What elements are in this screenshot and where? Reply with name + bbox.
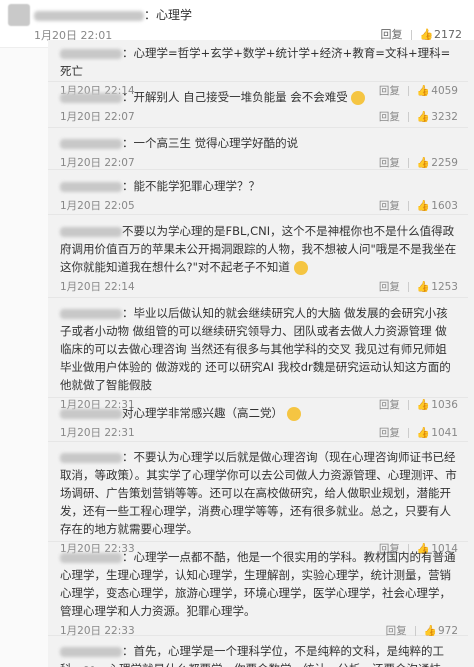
username-blurred[interactable] <box>60 646 122 657</box>
comment-actions: 回复 👍 1041 <box>379 425 458 440</box>
list-item: ：一个高三生 觉得心理学好酷的说 1月20日 22:07 回复 👍 2259 <box>48 130 468 170</box>
like-count: 1041 <box>431 427 458 439</box>
list-item: ：毕业以后做认知的就会继续研究人的大脑 做发展的会研究小孩子或者小动物 做组管的… <box>48 300 468 411</box>
reply-button[interactable]: 回复 <box>379 200 400 212</box>
divider <box>407 428 409 438</box>
list-item: ：心理学=哲学+玄学+数学+统计学+经济+教育=文科+理科=死亡 1月20日 2… <box>48 40 468 97</box>
divider <box>410 30 412 40</box>
reply-text: ：毕业以后做认知的就会继续研究人的大脑 做发展的会研究小孩子或者小动物 做组管的… <box>60 306 451 392</box>
reply-text: ：开解别人 自己接受一堆负能量 会不会难受 <box>122 90 348 104</box>
emoji-icon <box>286 406 301 421</box>
username-blurred[interactable] <box>60 308 122 319</box>
divider <box>407 201 409 211</box>
divider <box>407 282 409 292</box>
timestamp: 1月20日 22:31 <box>60 427 135 439</box>
username-blurred[interactable] <box>60 552 122 563</box>
emoji-icon <box>351 90 366 105</box>
reply-button[interactable]: 回复 <box>386 625 407 637</box>
list-item: ：首先，心理学是一个理科学位，不是纯粹的文科，是纯粹的工科，so，心理学就是什么… <box>48 638 468 667</box>
comment-actions: 回复 👍 3232 <box>379 109 458 124</box>
timestamp: 1月20日 22:33 <box>60 625 135 637</box>
timestamp: 1月20日 22:14 <box>60 281 135 293</box>
list-item: ：能不能学犯罪心理学？？ 1月20日 22:05 回复 👍 1603 <box>48 173 468 215</box>
list-item: ：心理学一点都不酷，他是一个很实用的学科。教材国内的有普通心理学，生理心理学，认… <box>48 544 468 638</box>
like-count: 3232 <box>431 111 458 123</box>
like-count: 972 <box>437 625 458 637</box>
reply-text: 对心理学非常感兴趣（高二党） <box>122 406 283 420</box>
timestamp: 1月20日 22:07 <box>60 111 135 123</box>
reply-text: ：一个高三生 觉得心理学好酷的说 <box>122 136 299 150</box>
username-blurred[interactable] <box>60 408 122 419</box>
divider <box>414 626 416 636</box>
username-blurred[interactable] <box>60 138 122 149</box>
comment-actions: 回复 👍 1253 <box>379 279 458 294</box>
list-item: ：不要认为心理学以后就是做心理咨询（现在心理咨询师证书已经取消，等政策）。其实学… <box>48 444 468 555</box>
reply-button[interactable]: 回复 <box>379 157 400 169</box>
thumbs-up-icon[interactable]: 👍 <box>424 624 437 637</box>
thumbs-up-icon[interactable]: 👍 <box>417 280 430 293</box>
thumbs-up-icon[interactable]: 👍 <box>417 199 430 212</box>
thumbs-up-icon[interactable]: 👍 <box>417 426 430 439</box>
avatar[interactable] <box>8 4 30 26</box>
emoji-icon <box>293 260 308 275</box>
comment-actions: 回复 👍 972 <box>386 623 458 638</box>
reply-list: ：心理学=哲学+玄学+数学+统计学+经济+教育=文科+理科=死亡 1月20日 2… <box>48 40 474 667</box>
like-count: 1603 <box>431 200 458 212</box>
reply-text: ：不要认为心理学以后就是做心理咨询（现在心理咨询师证书已经取消，等政策）。其实学… <box>60 450 457 536</box>
reply-button[interactable]: 回复 <box>379 427 400 439</box>
list-item: 对心理学非常感兴趣（高二党） 1月20日 22:31 回复 👍 1041 <box>48 400 468 442</box>
comment-actions: 回复 👍 2259 <box>379 155 458 170</box>
thumbs-up-icon[interactable]: 👍 <box>417 110 430 123</box>
username-blurred[interactable] <box>34 10 144 21</box>
username-blurred[interactable] <box>60 181 122 192</box>
like-count: 2259 <box>431 157 458 169</box>
list-item: ：开解别人 自己接受一堆负能量 会不会难受 1月20日 22:07 回复 👍 323… <box>48 84 468 128</box>
comment-actions: 回复 👍 1603 <box>379 198 458 213</box>
list-item: 不要以为学心理的是FBL,CNI，这个不是神棍你也不是什么值得政府调用价值百万的… <box>48 218 468 298</box>
username-blurred[interactable] <box>60 48 122 59</box>
username-blurred[interactable] <box>60 452 122 463</box>
reply-button[interactable]: 回复 <box>379 281 400 293</box>
timestamp: 1月20日 22:07 <box>60 157 135 169</box>
divider <box>407 158 409 168</box>
reply-text: ：能不能学犯罪心理学？？ <box>122 179 260 193</box>
comment-text: ：心理学 <box>144 8 193 22</box>
timestamp: 1月20日 22:05 <box>60 200 135 212</box>
username-blurred[interactable] <box>60 226 122 237</box>
like-count: 1253 <box>431 281 458 293</box>
thumbs-up-icon[interactable]: 👍 <box>417 156 430 169</box>
username-blurred[interactable] <box>60 92 122 103</box>
divider <box>407 112 409 122</box>
reply-button[interactable]: 回复 <box>379 111 400 123</box>
